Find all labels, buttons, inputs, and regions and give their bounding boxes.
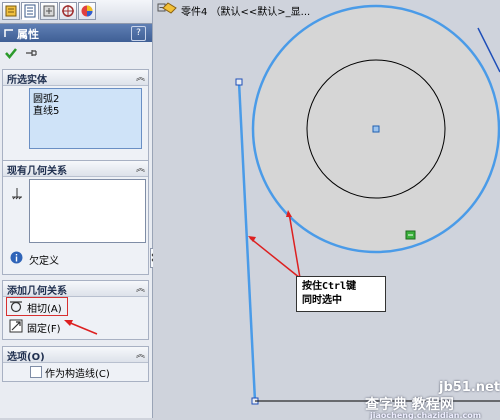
options-header[interactable]: 选项(O) ︽ xyxy=(3,347,148,363)
add-relations-header[interactable]: 添加几何关系 ︽ xyxy=(3,281,148,297)
property-manager-icon xyxy=(24,4,36,18)
property-manager-title: 属性 xyxy=(17,28,39,41)
help-button[interactable]: ? xyxy=(131,26,146,41)
feature-tree-breadcrumb[interactable]: 零件4 （默认<<默认>_显... xyxy=(181,3,310,18)
tangent-relation-button[interactable]: 相切(A) xyxy=(6,297,68,316)
list-item[interactable]: 直线5 xyxy=(33,102,59,117)
definition-status: 欠定义 xyxy=(29,256,59,267)
options-group: 选项(O) ︽ 作为构造线(C) xyxy=(2,346,149,382)
collapse-chevron-icon[interactable]: ︽ xyxy=(136,281,145,294)
configuration-manager-icon xyxy=(43,5,55,17)
construction-checkbox[interactable] xyxy=(30,366,42,378)
feature-manager-icon xyxy=(5,5,17,17)
dimxpert-tab[interactable] xyxy=(59,2,77,20)
ok-checkmark-icon[interactable] xyxy=(4,46,18,60)
fix-relation-label[interactable]: 固定(F) xyxy=(27,320,61,335)
tangent-pointer-arrow xyxy=(64,320,98,335)
watermark-domain: jb51.net xyxy=(439,380,500,395)
display-manager-icon xyxy=(81,5,93,17)
selected-entities-list[interactable]: 圆弧2 直线5 xyxy=(29,88,142,149)
collapse-chevron-icon[interactable]: ︽ xyxy=(136,347,145,360)
selected-entities-header[interactable]: 所选实体 ︽ xyxy=(3,70,148,86)
options-title: 选项(O) xyxy=(7,352,45,363)
construction-label: 作为构造线(C) xyxy=(45,369,110,380)
callout-line-1: 按住Ctrl键 xyxy=(302,281,357,292)
collapse-chevron-icon[interactable]: ︽ xyxy=(136,70,145,83)
line-endpoint-top[interactable] xyxy=(235,78,243,86)
selected-entities-title: 所选实体 xyxy=(7,75,47,86)
add-relations-title: 添加几何关系 xyxy=(7,286,67,297)
feature-manager-tab[interactable] xyxy=(2,2,20,20)
fix-relation-icon xyxy=(12,188,22,200)
existing-relations-header[interactable]: 现有几何关系 ︽ xyxy=(3,161,148,177)
property-manager-panel: 属性 ? 所选实体 ︽ 圆弧2 直线5 现有几何关系 ︽ 欠定义 添加几何关系 … xyxy=(0,0,153,418)
collapse-chevron-icon[interactable]: ︽ xyxy=(136,161,145,174)
relation-marker-icon[interactable] xyxy=(405,230,416,240)
tangent-relation-label: 相切(A) xyxy=(27,304,62,315)
callout-line-2: 同时选中 xyxy=(302,295,342,306)
graphics-area[interactable] xyxy=(153,0,500,418)
property-manager-actions xyxy=(0,43,152,65)
property-manager-tab[interactable] xyxy=(21,2,39,20)
existing-relations-list[interactable] xyxy=(29,179,146,243)
configuration-manager-tab[interactable] xyxy=(40,2,58,20)
annotation-callout: 按住Ctrl键 同时选中 xyxy=(296,276,386,312)
manager-tabs xyxy=(0,0,152,24)
relation-icon xyxy=(4,29,13,37)
pushpin-icon[interactable] xyxy=(24,46,38,60)
center-point[interactable] xyxy=(372,125,380,133)
tangent-icon xyxy=(10,301,22,313)
watermark-url: jiaocheng.chazidian.com xyxy=(370,411,482,420)
fix-icon[interactable] xyxy=(9,319,23,333)
dimxpert-icon xyxy=(62,5,74,17)
property-manager-title-bar: 属性 ? xyxy=(0,24,152,42)
info-icon xyxy=(10,251,23,264)
selected-entities-group: 所选实体 ︽ 圆弧2 直线5 xyxy=(2,69,149,165)
existing-relations-title: 现有几何关系 xyxy=(7,166,67,177)
existing-relations-group: 现有几何关系 ︽ 欠定义 xyxy=(2,160,149,275)
display-manager-tab[interactable] xyxy=(78,2,96,20)
watermark: jb51.net 查字典 教程网 jiaocheng.chazidian.com xyxy=(355,378,500,420)
